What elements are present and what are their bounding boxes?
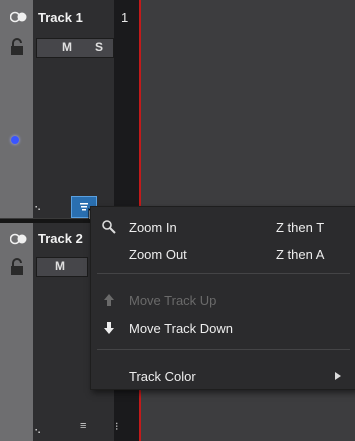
context-menu: Zoom In Z then T Zoom Out Z then A Move … [90, 206, 355, 390]
menu-item-zoom-in[interactable]: Zoom In Z then T [91, 215, 355, 239]
record-indicator[interactable] [11, 136, 19, 144]
menu-item-label: Move Track Down [129, 321, 234, 336]
menu-separator [97, 349, 350, 350]
solo-button[interactable]: S [95, 40, 103, 54]
submenu-arrow-icon [335, 372, 341, 380]
arrow-up-icon [104, 294, 114, 306]
menu-item-zoom-out[interactable]: Zoom Out Z then A [91, 242, 355, 266]
mute-button[interactable]: M [55, 259, 65, 273]
menu-separator [97, 273, 350, 274]
menu-item-shortcut: Z then A [276, 247, 325, 262]
magnifier-icon [102, 220, 116, 234]
monitor-icon[interactable] [10, 11, 28, 23]
track-1-number-column [114, 0, 139, 218]
resize-dots-icon[interactable]: ⠢ [34, 204, 42, 214]
lock-icon[interactable] [10, 258, 24, 276]
menu-item-label: Move Track Up [129, 293, 217, 308]
menu-item-track-color[interactable]: Track Color [91, 364, 355, 388]
menu-item-label: Track Color [129, 369, 196, 384]
grip-icon[interactable]: ⁝ [115, 420, 119, 433]
track-1-panel[interactable] [33, 0, 126, 218]
filter-icon[interactable]: ≡ [80, 420, 86, 432]
track-2-strip [0, 223, 33, 441]
menu-item-label: Zoom In [129, 220, 177, 235]
menu-item-shortcut: Z then T [276, 220, 325, 235]
mute-button[interactable]: M [62, 40, 72, 54]
menu-item-label: Zoom Out [129, 247, 187, 262]
menu-item-move-track-down[interactable]: Move Track Down [91, 316, 355, 340]
track-1-number: 1 [121, 10, 129, 25]
monitor-icon[interactable] [10, 233, 28, 245]
arrow-down-icon [104, 322, 114, 334]
lock-icon[interactable] [10, 38, 24, 56]
resize-dots-icon[interactable]: ⠢ [34, 426, 41, 437]
track-1-strip [0, 0, 33, 218]
track-1-title[interactable]: Track 1 [38, 10, 83, 25]
menu-item-move-track-up[interactable]: Move Track Up [91, 288, 355, 312]
track-2-title[interactable]: Track 2 [38, 231, 83, 246]
